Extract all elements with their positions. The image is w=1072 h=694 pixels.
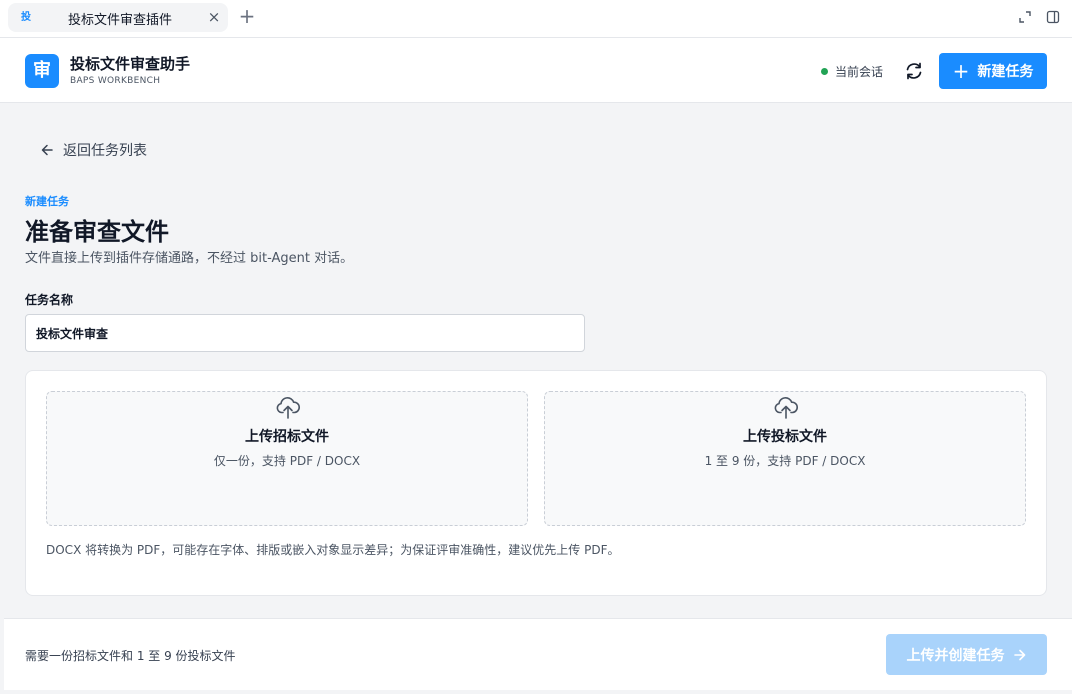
browser-tab[interactable]: 投 投标文件审查插件 × xyxy=(8,3,228,32)
session-label: 当前会话 xyxy=(835,65,884,79)
cloud-upload-icon xyxy=(276,397,300,419)
dropzone-hint: 仅一份，支持 PDF / DOCX xyxy=(213,454,361,468)
refresh-icon[interactable] xyxy=(903,60,925,82)
bid-file-dropzone[interactable]: 上传投标文件 1 至 9 份，支持 PDF / DOCX xyxy=(544,391,1026,526)
new-tab-plus-icon[interactable]: + xyxy=(238,6,256,26)
conversion-note: DOCX 将转换为 PDF，可能存在字体、排版或嵌入对象显示差异；为保证评审准确… xyxy=(46,543,620,557)
upload-and-create-button[interactable]: 上传并创建任务 xyxy=(886,634,1047,675)
arrow-right-icon xyxy=(1013,649,1025,660)
status-dot-icon xyxy=(821,68,828,75)
app-header: 审 投标文件审查助手 BAPS WORKBENCH 当前会话 + 新建任务 xyxy=(0,38,1072,103)
new-task-label: 新建任务 xyxy=(977,64,1034,80)
section-eyebrow: 新建任务 xyxy=(25,195,69,208)
browser-tab-bar: 投 投标文件审查插件 × + xyxy=(0,0,1072,38)
upload-card: 上传招标文件 仅一份，支持 PDF / DOCX 上传投标文件 1 至 9 份，… xyxy=(25,370,1047,596)
dropzone-title: 上传投标文件 xyxy=(743,429,827,445)
task-name-input[interactable] xyxy=(25,314,585,352)
arrow-left-icon xyxy=(41,144,53,156)
back-to-task-list-link[interactable]: 返回任务列表 xyxy=(40,140,147,160)
tender-file-dropzone[interactable]: 上传招标文件 仅一份，支持 PDF / DOCX xyxy=(46,391,528,526)
back-label: 返回任务列表 xyxy=(63,143,147,159)
sidebar-panel-icon[interactable] xyxy=(1046,10,1060,24)
plus-icon: + xyxy=(952,59,970,83)
file-requirement-text: 需要一份招标文件和 1 至 9 份投标文件 xyxy=(25,649,236,663)
submit-label: 上传并创建任务 xyxy=(906,647,1005,664)
app-logo: 审 xyxy=(25,54,59,88)
tab-favicon-icon: 投 xyxy=(21,12,31,23)
close-icon[interactable]: × xyxy=(206,8,222,26)
app-title: 投标文件审查助手 xyxy=(70,55,191,73)
session-status: 当前会话 xyxy=(821,63,883,80)
dropzone-hint: 1 至 9 份，支持 PDF / DOCX xyxy=(704,454,866,468)
dropzone-title: 上传招标文件 xyxy=(245,429,329,445)
new-task-button[interactable]: + 新建任务 xyxy=(939,53,1047,89)
app-subtitle: BAPS WORKBENCH xyxy=(70,76,161,86)
tab-title: 投标文件审查插件 xyxy=(68,13,173,28)
expand-icon[interactable] xyxy=(1018,10,1032,24)
page-description: 文件直接上传到插件存储通路，不经过 bit-Agent 对话。 xyxy=(25,251,354,266)
page-title: 准备审查文件 xyxy=(25,218,169,246)
cloud-upload-icon xyxy=(774,397,798,419)
task-name-label: 任务名称 xyxy=(25,293,74,307)
footer-bar: 需要一份招标文件和 1 至 9 份投标文件 上传并创建任务 xyxy=(4,618,1072,690)
